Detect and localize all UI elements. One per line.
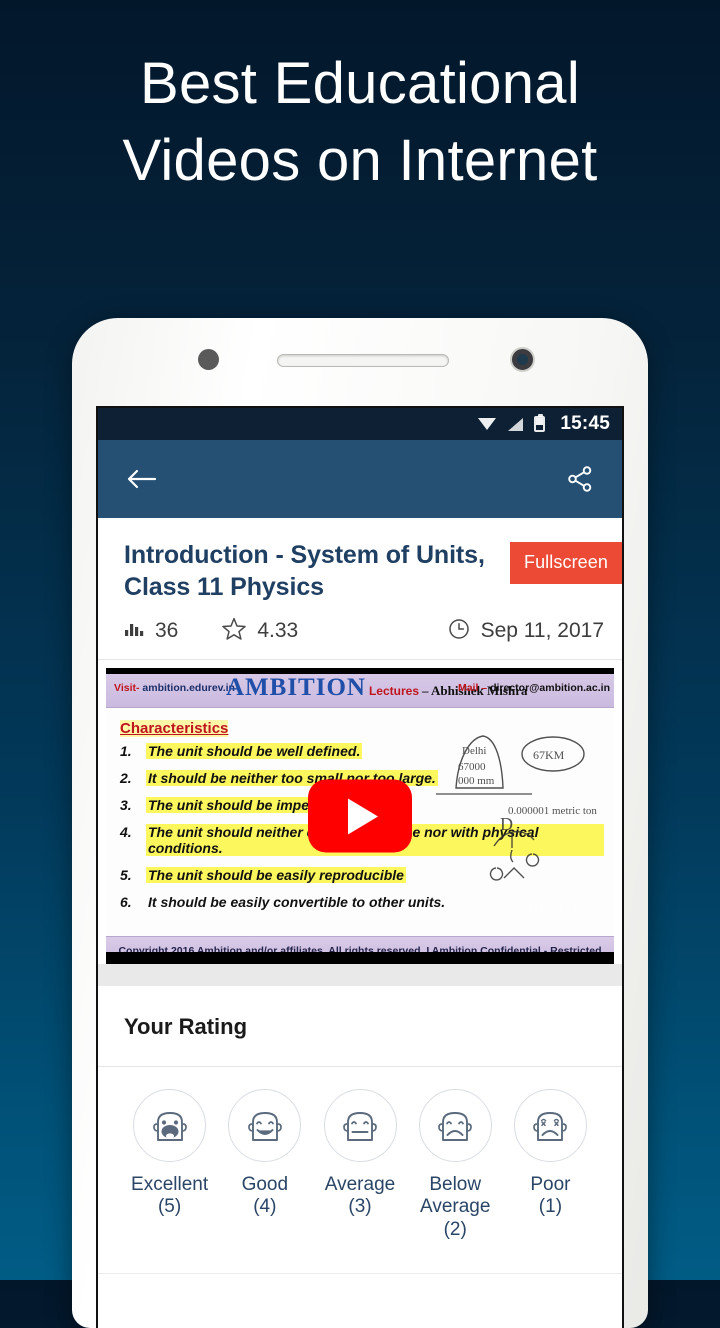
slide-point-number: 1.: [120, 743, 132, 759]
handwritten-sketch: Delhi 67000 000 mm 67KM 0.000001 metric …: [436, 735, 597, 881]
status-bar-icons: 15:45: [478, 413, 610, 435]
slide-brand-sub: Lectures: [368, 683, 419, 698]
rating-option-label: Average: [324, 1174, 396, 1195]
youtube-watermark-text: YouTube: [488, 893, 608, 928]
youtube-watermark-icon: [450, 899, 485, 923]
status-bar-time: 15:45: [560, 413, 610, 434]
youtube-watermark: YouTube: [450, 893, 608, 928]
svg-text:Delhi: Delhi: [462, 745, 486, 757]
status-bar: 15:45: [98, 408, 622, 440]
phone-bezel-top: [72, 318, 648, 408]
app-bar: [98, 440, 622, 518]
video-thumbnail[interactable]: Visit- ambition.edurev.in AMBITION Lectu…: [106, 668, 614, 964]
next-section-placeholder: [98, 1273, 622, 1328]
phone-screen: 15:45 Introduction - System of Units, Cl…: [96, 406, 624, 1328]
back-arrow-icon[interactable]: [124, 466, 158, 492]
slide-visit-url: ambition.edurev.in: [142, 681, 235, 694]
slide-point-text: The unit should be well defined.: [146, 743, 363, 759]
slide-point-text: The unit should be easily reproducible: [146, 867, 406, 883]
views-count: 36: [155, 619, 179, 642]
svg-text:000 mm: 000 mm: [458, 775, 495, 787]
views-stat: 36: [124, 619, 178, 643]
rating-option-label: Good: [241, 1174, 289, 1195]
rating-option-score: (3): [348, 1196, 372, 1218]
svg-text:D: D: [500, 814, 513, 834]
video-title-card: Introduction - System of Units, Class 11…: [98, 518, 622, 660]
svg-text:67000: 67000: [458, 761, 486, 773]
play-button-icon[interactable]: [308, 779, 412, 853]
rating-option-excellent[interactable]: Excellent (5): [122, 1089, 217, 1241]
proximity-sensor-icon: [198, 349, 219, 370]
rating-option-below-average[interactable]: Below Average (2): [408, 1089, 503, 1241]
headline-line-1: Best Educational: [139, 51, 581, 116]
rating-option-good[interactable]: Good (4): [217, 1089, 312, 1241]
slide-point-number: 5.: [120, 867, 132, 883]
slide-point-number: 3.: [120, 797, 132, 813]
slide-point-number: 2.: [120, 770, 132, 786]
rating-option-average[interactable]: Average (3): [312, 1089, 407, 1241]
video-letterbox-top: [106, 668, 614, 674]
slide-visit-label: Visit-: [114, 681, 140, 694]
slide-heading: Characteristics: [120, 720, 229, 737]
slide-mail-text: Mail – director@ambition.ac.in: [458, 682, 610, 694]
rating-option-score: (1): [538, 1196, 563, 1218]
phone-mockup: 15:45 Introduction - System of Units, Cl…: [72, 318, 648, 1328]
share-icon[interactable]: [566, 465, 594, 493]
wifi-icon: [478, 417, 497, 431]
promo-headline: Best Educational Videos on Internet: [0, 46, 720, 199]
face-poor-icon[interactable]: [513, 1089, 587, 1162]
rating-option-label: Below Average: [419, 1174, 491, 1218]
headline-line-2: Videos on Internet: [122, 127, 598, 193]
signal-icon: [507, 417, 524, 431]
slide-point-number: 6.: [120, 894, 132, 910]
rating-value: 4.33: [257, 619, 299, 642]
upload-date: Sep 11, 2017: [480, 619, 604, 642]
face-excellent-icon[interactable]: [133, 1089, 207, 1162]
slide-mail-address: director@ambition.ac.in: [490, 681, 610, 694]
front-camera-icon: [510, 347, 535, 372]
rating-stat: 4.33: [222, 617, 298, 645]
svg-text:67KM: 67KM: [533, 748, 565, 762]
video-letterbox-bottom: [106, 952, 614, 964]
slide-visit-text: Visit- ambition.edurev.in: [114, 682, 235, 694]
slide-point-number: 4.: [120, 824, 132, 840]
date-stat: Sep 11, 2017: [448, 618, 604, 645]
card-separator: [98, 964, 622, 986]
rating-option-poor[interactable]: Poor (1): [503, 1089, 598, 1241]
battery-icon: [534, 414, 546, 432]
rating-options: Excellent (5) Good (4) Average (3) Below Avera…: [98, 1067, 622, 1247]
fullscreen-button[interactable]: Fullscreen: [509, 542, 622, 584]
rating-option-label: Poor: [530, 1174, 571, 1195]
slide-brand: AMBITION: [226, 673, 366, 701]
svg-text:0.000001 metric ton: 0.000001 metric ton: [508, 805, 597, 817]
face-average-icon[interactable]: [323, 1089, 397, 1162]
rating-option-label: Excellent: [131, 1174, 209, 1195]
title-row: Introduction - System of Units, Class 11…: [98, 540, 622, 603]
bar-chart-icon: [124, 620, 144, 643]
rating-section-title: Your Rating: [98, 986, 622, 1067]
rating-option-score: (5): [157, 1196, 182, 1218]
clock-icon: [448, 618, 470, 645]
play-triangle-icon: [348, 798, 378, 834]
rating-card: Your Rating Excellent (5) Good (4) Average (3…: [98, 986, 622, 1328]
face-good-icon[interactable]: [228, 1089, 302, 1162]
video-stats-row: 36 4.33 Sep 11, 2017: [98, 603, 622, 660]
slide-point-text: It should be easily convertible to other…: [148, 894, 446, 910]
rating-option-score: (2): [443, 1218, 467, 1240]
face-below-average-icon[interactable]: [418, 1089, 492, 1162]
slide-mail-label: Mail –: [457, 681, 488, 694]
rating-option-score: (4): [253, 1196, 277, 1218]
star-icon: [222, 617, 247, 645]
earpiece-speaker: [277, 354, 449, 367]
page-title: Introduction - System of Units, Class 11…: [124, 541, 485, 601]
slide-header: Visit- ambition.edurev.in AMBITION Lectu…: [106, 668, 614, 708]
